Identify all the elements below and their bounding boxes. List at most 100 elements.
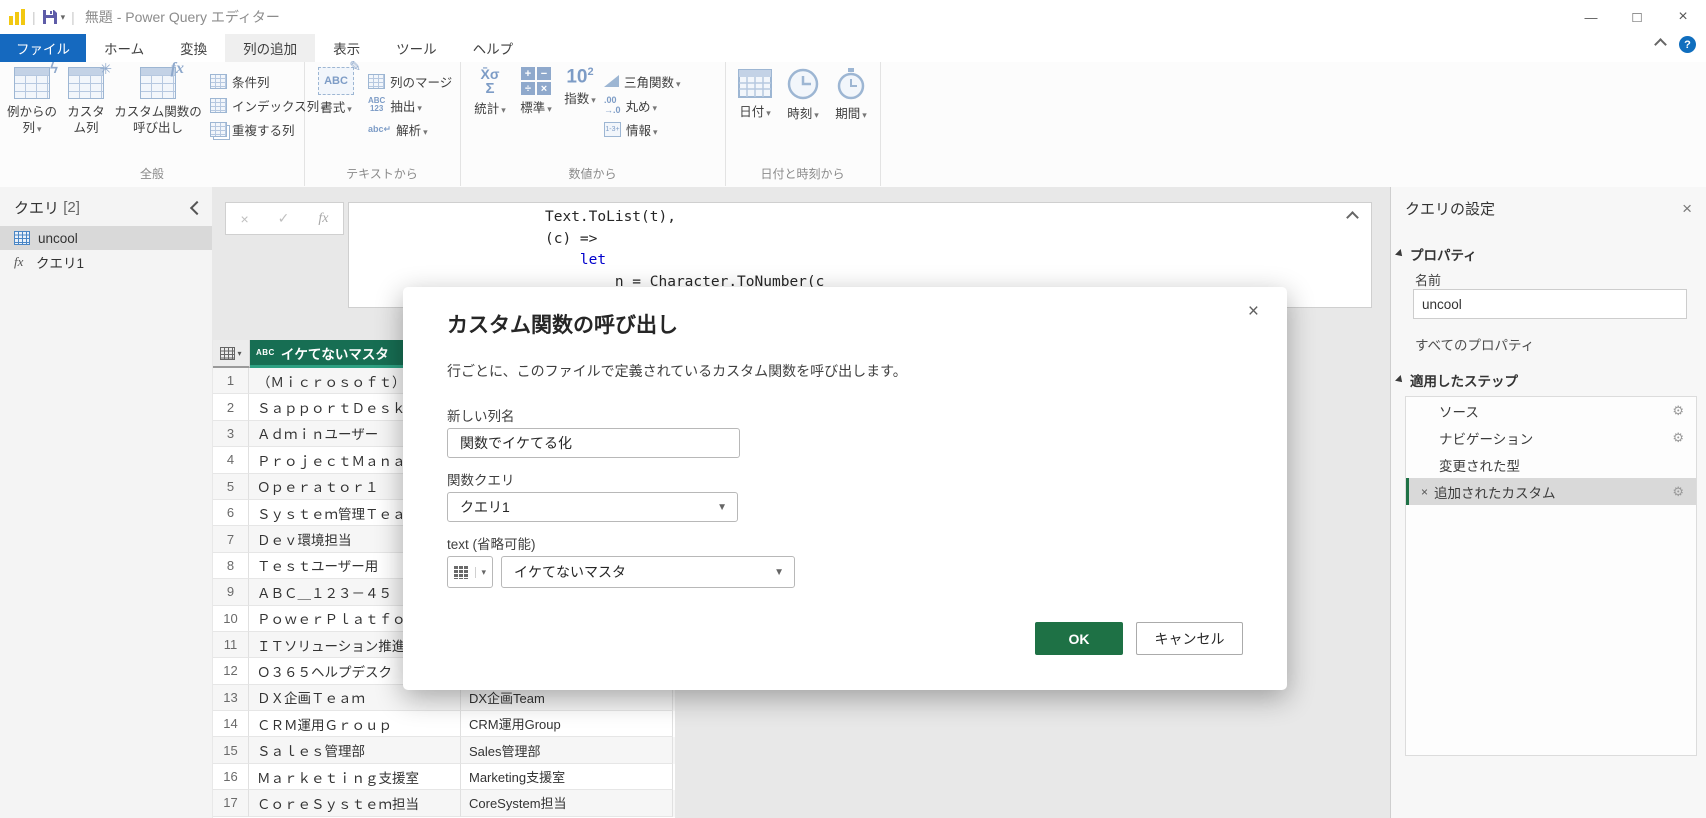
information-icon: 1-3+ (604, 121, 621, 137)
tab-help[interactable]: ヘルプ (455, 34, 532, 62)
tab-file[interactable]: ファイル (0, 34, 86, 62)
close-pane-icon[interactable]: × (1682, 199, 1692, 219)
minimize-button[interactable]: — (1568, 0, 1614, 34)
function-query-icon: fx (14, 254, 24, 269)
standard-button[interactable]: + − ÷ × 標準 (514, 67, 558, 117)
text-parameter-combobox[interactable]: イケてないマスタ ▼ (501, 556, 795, 588)
save-dropdown-icon[interactable]: ▾ (61, 12, 66, 23)
text-parameter-label: text (省略可能) (447, 537, 536, 552)
dialog-description: 行ごとに、このファイルで定義されているカスタム関数を呼び出します。 (447, 363, 907, 379)
extract-button[interactable]: ABC 123 抽出 (368, 94, 422, 116)
ribbon-group-general: ϟ 例からの列 ✳ カスタム列 fx カスタム関数の呼び出し 条件列 インデック… (0, 60, 319, 186)
name-label: 名前 (1415, 273, 1442, 288)
collapse-pane-icon[interactable] (189, 200, 205, 215)
time-button[interactable]: 時刻 (781, 67, 825, 123)
tab-home[interactable]: ホーム (86, 34, 162, 62)
query-item-uncool[interactable]: uncool (0, 226, 212, 250)
new-column-name-input[interactable] (447, 428, 740, 458)
gear-icon[interactable]: ⚙ (1672, 484, 1684, 500)
new-column-name-label: 新しい列名 (447, 409, 515, 424)
ribbon-tab-strip: ファイル ホーム 変換 列の追加 表示 ツール ヘルプ (0, 34, 1706, 62)
duration-button[interactable]: 期間 (829, 67, 873, 123)
clock-icon (786, 67, 820, 101)
function-query-label: 関数クエリ (447, 473, 515, 488)
statistics-sigma-icon: X̄σ Σ (480, 66, 500, 97)
all-properties-link[interactable]: すべてのプロパティ (1415, 334, 1534, 354)
query-settings-pane: クエリの設定 × プロパティ 名前 すべてのプロパティ 適用したステップ ソース… (1390, 187, 1706, 818)
settings-header: クエリの設定 × (1405, 198, 1692, 219)
applied-step-navigation[interactable]: ナビゲーション ⚙ (1406, 424, 1696, 451)
invoke-custom-function-button[interactable]: fx カスタム関数の呼び出し (112, 60, 204, 136)
group-label-from-text: テキストから (346, 167, 418, 181)
table-sparkle-icon: ✳ (68, 61, 112, 99)
formula-fx-icon[interactable]: fx (318, 211, 328, 227)
formula-cancel-icon[interactable]: × (240, 211, 248, 227)
table-fx-icon: fx (140, 60, 184, 99)
table-row[interactable]: 14 ＣＲＭ運用Ｇｒｏｕｐ CRM運用Group (213, 711, 675, 738)
tab-add-column[interactable]: 列の追加 (225, 34, 316, 62)
function-query-select[interactable]: クエリ1 ▼ (447, 492, 738, 522)
group-label-from-datetime: 日付と時刻から (760, 167, 845, 181)
scientific-button[interactable]: 102 指数 (560, 67, 600, 108)
parse-abc-icon: abc↵ (368, 123, 392, 134)
formula-check-icon[interactable]: ✓ (278, 210, 290, 227)
table-row[interactable]: 16 Ｍａｒｋｅｔｉｎｇ支援室 Marketing支援室 (213, 763, 675, 791)
applied-step-changed-type[interactable]: 変更された型 (1406, 451, 1696, 478)
index-column-icon (210, 97, 227, 113)
applied-steps-section-header[interactable]: 適用したステップ (1395, 370, 1518, 390)
help-icon[interactable]: ? (1679, 36, 1696, 53)
gear-icon[interactable]: ⚙ (1672, 430, 1684, 446)
stopwatch-icon (834, 67, 868, 101)
ok-button[interactable]: OK (1035, 622, 1123, 655)
chevron-down-icon: ▼ (717, 501, 727, 513)
tab-view[interactable]: 表示 (315, 34, 378, 62)
date-button[interactable]: 日付 (733, 67, 777, 121)
duplicate-column-button[interactable]: 重複する列 (210, 118, 295, 140)
tabstrip-right-controls: ? (1654, 36, 1696, 53)
custom-column-button[interactable]: ✳ カスタム列 (62, 61, 112, 136)
applied-step-added-custom[interactable]: × 追加されたカスタム ⚙ (1406, 478, 1696, 505)
invoke-custom-function-dialog: × カスタム関数の呼び出し 行ごとに、このファイルで定義されているカスタム関数を… (403, 287, 1287, 690)
conditional-column-button[interactable]: 条件列 (210, 70, 270, 92)
gear-icon[interactable]: ⚙ (1672, 403, 1684, 419)
table-selector-icon (454, 565, 469, 579)
properties-section-header[interactable]: プロパティ (1395, 244, 1477, 264)
table-row[interactable]: 17 ＣｏｒｅＳｙｓｔｅｍ担当 CoreSystem担当 (213, 790, 675, 817)
column-selector-button[interactable]: ▾ (447, 556, 493, 588)
formula-code: Text.ToList(t), (c) => let n = Character… (545, 209, 825, 290)
parse-button[interactable]: abc↵ 解析 (368, 118, 428, 140)
tab-tools[interactable]: ツール (378, 34, 455, 62)
duplicate-column-icon (210, 121, 227, 137)
ribbon-group-from-number: X̄σΣ 統計 +−÷× 標準 102 指数 三角関数 .00→.0 丸め 1-… (460, 62, 726, 186)
calendar-icon (737, 67, 773, 99)
rounding-icon: .00 →.0 (604, 95, 621, 115)
information-button[interactable]: 1-3+ 情報 (604, 118, 658, 140)
window-title: 無題 - Power Query エディター (84, 9, 280, 25)
collapse-ribbon-icon[interactable] (1654, 38, 1667, 51)
cancel-button[interactable]: キャンセル (1136, 622, 1243, 655)
tab-transform[interactable]: 変換 (162, 34, 225, 62)
close-button[interactable]: × (1660, 0, 1706, 34)
format-button[interactable]: ABC ✎ 書式 (312, 58, 361, 117)
merge-columns-button[interactable]: 列のマージ (368, 70, 452, 92)
query-name-input[interactable] (1413, 289, 1687, 319)
dialog-close-icon[interactable]: × (1240, 297, 1267, 327)
extract-abc123-icon: ABC 123 (368, 96, 386, 113)
statistics-button[interactable]: X̄σ Σ 統計 (468, 67, 512, 118)
merge-columns-icon (368, 73, 385, 89)
delete-step-icon[interactable]: × (1421, 485, 1428, 499)
trigonometry-button[interactable]: 三角関数 (604, 70, 681, 92)
ten-squared-icon: 102 (566, 66, 594, 88)
save-icon[interactable] (42, 9, 58, 25)
table-row[interactable]: 15 Ｓａｌｅｓ管理部 Sales管理部 (213, 737, 675, 764)
column-from-examples-button[interactable]: ϟ 例からの列 (6, 60, 58, 137)
applied-step-source[interactable]: ソース ⚙ (1406, 397, 1696, 424)
maximize-button[interactable]: □ (1614, 0, 1660, 34)
select-all-button[interactable]: ▾ (213, 340, 250, 368)
table-lightning-icon: ϟ (14, 60, 58, 99)
power-bi-logo-icon (8, 8, 26, 26)
rounding-button[interactable]: .00 →.0 丸め (604, 94, 657, 116)
queries-pane-header: クエリ [2] (0, 187, 212, 226)
query-item-query1[interactable]: fx クエリ1 (0, 250, 212, 274)
table-selector-icon (220, 346, 236, 360)
